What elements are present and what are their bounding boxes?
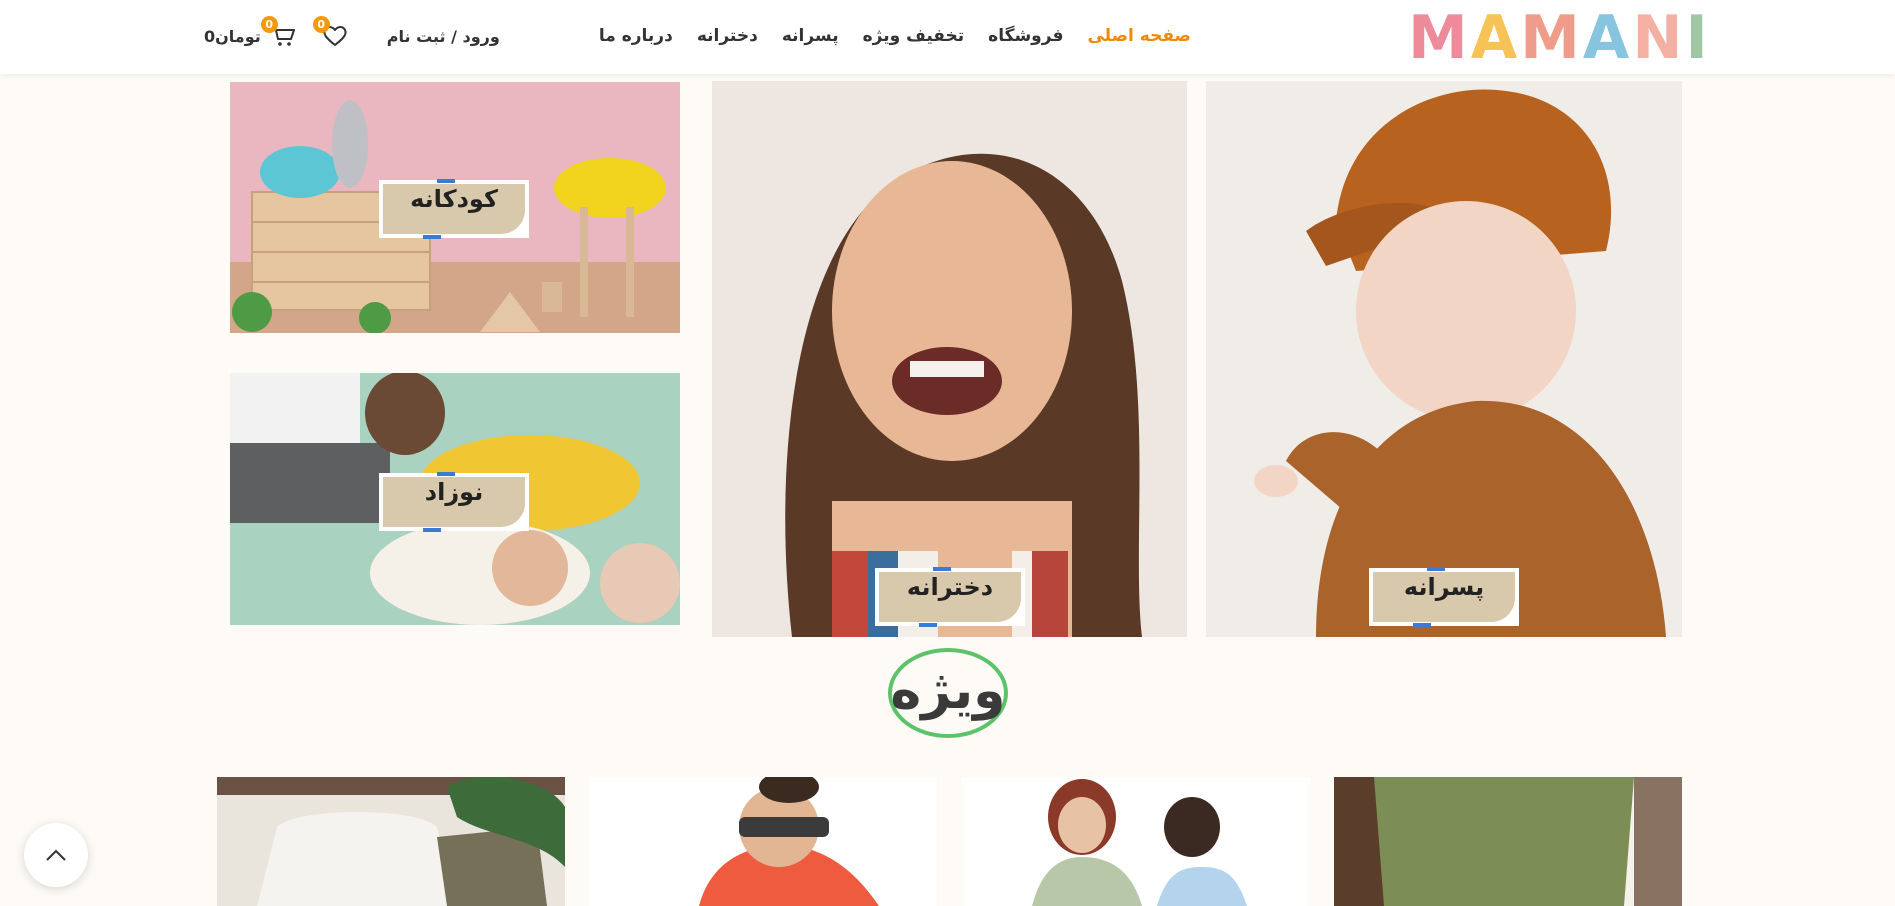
scroll-to-top-button[interactable]: [24, 823, 88, 887]
category-boys-text: پسرانه: [1403, 573, 1485, 601]
nav-boys[interactable]: پسرانه: [782, 26, 839, 46]
product-card-4[interactable]: [1334, 777, 1682, 906]
category-newborn-tile[interactable]: نوزاد: [230, 373, 680, 625]
logo-letter: A: [1582, 3, 1632, 73]
category-boys-tile[interactable]: پسرانه: [1206, 81, 1682, 637]
chevron-up-icon: [46, 849, 66, 861]
cart-count-badge: 0: [260, 16, 278, 33]
logo-letter: M: [1408, 3, 1470, 73]
nav-shop[interactable]: فروشگاه: [988, 26, 1063, 46]
main-nav: صفحه اصلی فروشگاه تخفیف ویژه پسرانه دختر…: [599, 18, 1191, 54]
cart-button[interactable]: 0: [260, 16, 297, 50]
nav-special-discount[interactable]: تخفیف ویژه: [863, 26, 965, 46]
category-newborn-label[interactable]: نوزاد: [379, 472, 529, 532]
product-image-shirt: [217, 777, 565, 906]
product-image-green-dress: [1334, 777, 1682, 906]
nav-home[interactable]: صفحه اصلی: [1087, 26, 1191, 46]
product-image-sunglasses-girl: [589, 777, 937, 906]
category-boys-label[interactable]: پسرانه: [1369, 567, 1519, 627]
header-actions: تومان0 0 0 ورود / ثبت نام: [204, 16, 500, 54]
special-section-heading: ویژه: [888, 648, 1008, 738]
category-kids-text: کودکانه: [410, 185, 498, 213]
login-register-link[interactable]: ورود / ثبت نام: [387, 27, 500, 46]
logo-letter: N: [1632, 3, 1685, 73]
wishlist-button[interactable]: 0: [312, 16, 349, 50]
mamani-logo[interactable]: MAMANI: [1408, 6, 1710, 70]
wishlist-count-badge: 0: [312, 16, 330, 33]
logo-letter: A: [1470, 3, 1520, 73]
logo-letter: M: [1520, 3, 1582, 73]
product-card-1[interactable]: [217, 777, 565, 906]
category-girls-tile[interactable]: دخترانه: [712, 81, 1187, 637]
nav-girls[interactable]: دخترانه: [697, 26, 758, 46]
category-kids-tile[interactable]: کودکانه: [230, 82, 680, 333]
nav-about[interactable]: درباره ما: [599, 26, 673, 46]
category-girls-label[interactable]: دخترانه: [875, 567, 1025, 627]
category-kids-label[interactable]: کودکانه: [379, 179, 529, 239]
product-card-3[interactable]: [962, 777, 1310, 906]
product-card-2[interactable]: [589, 777, 937, 906]
category-girls-text: دخترانه: [906, 573, 994, 601]
boy-cap-image: [1206, 81, 1682, 637]
girl-laughing-image: [712, 81, 1187, 637]
category-newborn-text: نوزاد: [424, 478, 484, 506]
product-image-two-girls: [962, 777, 1310, 906]
cart-total[interactable]: تومان0: [204, 27, 261, 46]
special-section-title: ویژه: [890, 661, 1006, 721]
logo-letter: I: [1685, 3, 1710, 73]
site-header: MAMANI صفحه اصلی فروشگاه تخفیف ویژه پسرا…: [0, 0, 1895, 74]
